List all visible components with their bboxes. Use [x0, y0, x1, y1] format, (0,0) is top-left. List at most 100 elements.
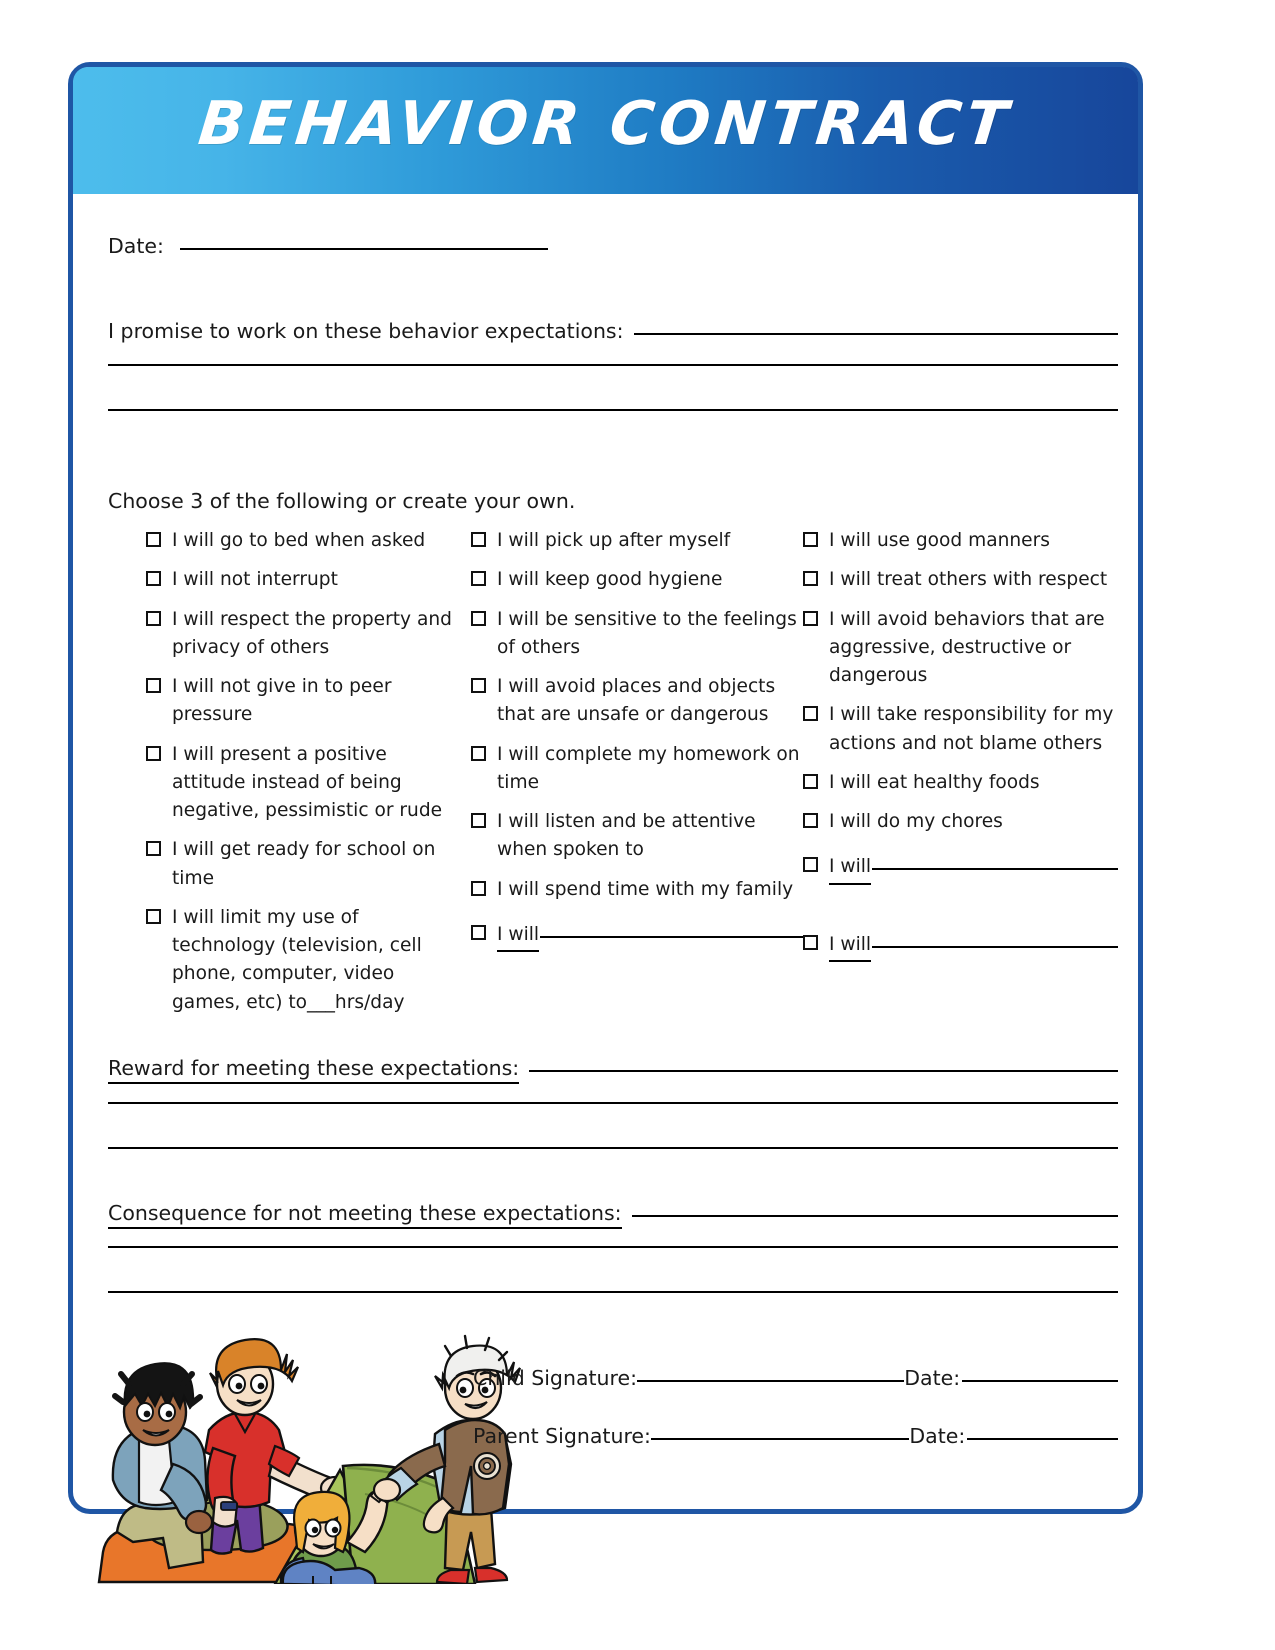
checkbox-icon[interactable]: [803, 706, 818, 722]
checkbox-icon[interactable]: [803, 773, 818, 789]
checkbox-icon[interactable]: [803, 532, 818, 547]
consequence-row: Consequence for not meeting these expect…: [108, 1201, 1118, 1229]
header-banner: BEHAVIOR CONTRACT: [73, 67, 1138, 194]
parent-date-input-line[interactable]: [967, 1438, 1118, 1440]
list-item[interactable]: I will be sensitive to the feelings of o…: [471, 606, 803, 663]
checkbox-icon[interactable]: [471, 610, 486, 626]
checkbox-icon[interactable]: [803, 610, 818, 626]
promise-row: I promise to work on these behavior expe…: [108, 319, 1118, 343]
checkbox-icon[interactable]: [471, 924, 486, 940]
custom-entry-input-line[interactable]: [872, 868, 1118, 871]
consequence-input-line-2[interactable]: [108, 1246, 1118, 1248]
list-item-label: I will take responsibility for my action…: [829, 704, 1114, 754]
checkbox-icon[interactable]: [471, 678, 486, 693]
checkbox-icon[interactable]: [146, 678, 161, 693]
list-item[interactable]: I will pick up after myself: [471, 527, 803, 555]
parent-date-label: Date:: [909, 1424, 966, 1448]
list-item[interactable]: I will eat healthy foods: [803, 769, 1118, 797]
checkbox-icon[interactable]: [803, 934, 818, 950]
list-item[interactable]: I will go to bed when asked: [146, 527, 453, 555]
checklist-columns: I will go to bed when asked I will not i…: [108, 527, 1118, 1028]
child-date-label: Date:: [904, 1366, 961, 1390]
child-date-input-line[interactable]: [962, 1380, 1118, 1382]
checkbox-icon[interactable]: [803, 571, 818, 587]
list-item-custom[interactable]: I will: [803, 853, 1118, 885]
child-signature-row: Child Signature: Date:: [473, 1366, 1118, 1390]
custom-entry-input-line[interactable]: [540, 935, 803, 938]
checkbox-icon[interactable]: [146, 571, 161, 587]
list-item-label: I will treat others with respect: [829, 569, 1108, 591]
custom-entry-input-line[interactable]: [872, 945, 1118, 948]
checkbox-icon[interactable]: [471, 571, 486, 587]
parent-signature-input-line[interactable]: [650, 1438, 910, 1440]
checkbox-icon[interactable]: [803, 857, 818, 873]
custom-entry-label: I will: [829, 931, 872, 962]
parent-signature-row: Parent Signature: Date:: [473, 1424, 1118, 1448]
reward-input-line-1[interactable]: [529, 1070, 1118, 1072]
checkbox-icon[interactable]: [146, 745, 161, 761]
list-item-label: I will pick up after myself: [497, 530, 731, 551]
list-item[interactable]: I will avoid behaviors that are aggressi…: [803, 606, 1118, 691]
list-item-label: I will eat healthy foods: [829, 771, 1040, 793]
list-item-label: I will do my chores: [829, 811, 1003, 832]
date-label: Date:: [108, 234, 164, 258]
checkbox-icon[interactable]: [146, 841, 161, 857]
list-item-label: I will present a positive attitude inste…: [172, 743, 443, 822]
list-item-custom[interactable]: I will: [803, 931, 1118, 962]
list-item[interactable]: I will get ready for school on time: [146, 836, 453, 893]
list-item[interactable]: I will not give in to peer pressure: [146, 673, 453, 730]
list-item[interactable]: I will listen and be attentive when spok…: [471, 808, 803, 865]
list-item[interactable]: I will spend time with my family: [471, 876, 803, 904]
checkbox-icon[interactable]: [146, 908, 161, 924]
list-item-label: I will limit my use of technology (telev…: [172, 906, 422, 1013]
list-item-label: I will respect the property and privacy …: [172, 608, 452, 658]
list-item-label: I will avoid behaviors that are aggressi…: [829, 608, 1105, 687]
list-item[interactable]: I will do my chores: [803, 808, 1118, 836]
form-body: Date: I promise to work on these behavio…: [73, 194, 1138, 1584]
promise-input-line-3[interactable]: [108, 409, 1118, 411]
checkbox-icon[interactable]: [471, 745, 486, 761]
checkbox-icon[interactable]: [803, 813, 818, 828]
reward-row: Reward for meeting these expectations:: [108, 1056, 1118, 1084]
checklist-column-1: I will go to bed when asked I will not i…: [108, 527, 453, 1028]
list-item-label: I will get ready for school on time: [172, 839, 436, 889]
campers-tent-illustration: [95, 1284, 525, 1584]
list-item[interactable]: I will not interrupt: [146, 566, 453, 594]
checklist-column-3: I will use good manners I will treat oth…: [803, 527, 1118, 1028]
checkbox-icon[interactable]: [471, 532, 486, 547]
list-item[interactable]: I will avoid places and objects that are…: [471, 673, 803, 730]
parent-signature-label: Parent Signature:: [473, 1424, 651, 1448]
checklist-column-2: I will pick up after myself I will keep …: [453, 527, 803, 1028]
custom-entry-label: I will: [829, 853, 872, 885]
list-item-label: I will listen and be attentive when spok…: [497, 811, 756, 861]
reward-input-line-2[interactable]: [108, 1102, 1118, 1104]
checkbox-icon[interactable]: [146, 610, 161, 626]
list-item[interactable]: I will respect the property and privacy …: [146, 606, 453, 663]
list-item[interactable]: I will present a positive attitude inste…: [146, 741, 453, 826]
list-item[interactable]: I will treat others with respect: [803, 566, 1118, 594]
list-item[interactable]: I will limit my use of technology (telev…: [146, 904, 453, 1017]
promise-label: I promise to work on these behavior expe…: [108, 319, 624, 343]
checkbox-icon[interactable]: [146, 532, 161, 547]
page-title: BEHAVIOR CONTRACT: [195, 89, 1016, 159]
list-item[interactable]: I will complete my homework on time: [471, 741, 803, 798]
checkbox-icon[interactable]: [471, 880, 486, 896]
list-item[interactable]: I will use good manners: [803, 527, 1118, 555]
list-item[interactable]: I will keep good hygiene: [471, 566, 803, 594]
checkbox-icon[interactable]: [471, 813, 486, 828]
list-item-label: I will be sensitive to the feelings of o…: [497, 608, 797, 658]
promise-input-line-2[interactable]: [108, 364, 1118, 366]
reward-input-line-3[interactable]: [108, 1147, 1118, 1149]
list-item-custom[interactable]: I will: [471, 921, 803, 952]
reward-label: Reward for meeting these expectations:: [108, 1056, 520, 1084]
list-item-label: I will complete my homework on time: [497, 743, 800, 793]
promise-input-line-1[interactable]: [633, 333, 1118, 335]
list-item[interactable]: I will take responsibility for my action…: [803, 701, 1118, 758]
list-item-label: I will use good manners: [829, 530, 1050, 551]
child-signature-input-line[interactable]: [637, 1380, 905, 1382]
consequence-input-line-1[interactable]: [631, 1215, 1118, 1217]
date-input-line[interactable]: [179, 248, 548, 250]
list-item-label: I will not interrupt: [172, 569, 338, 591]
contract-page-frame: BEHAVIOR CONTRACT Date: I promise to wor…: [68, 62, 1143, 1584]
child-signature-label: Child Signature:: [473, 1366, 638, 1390]
